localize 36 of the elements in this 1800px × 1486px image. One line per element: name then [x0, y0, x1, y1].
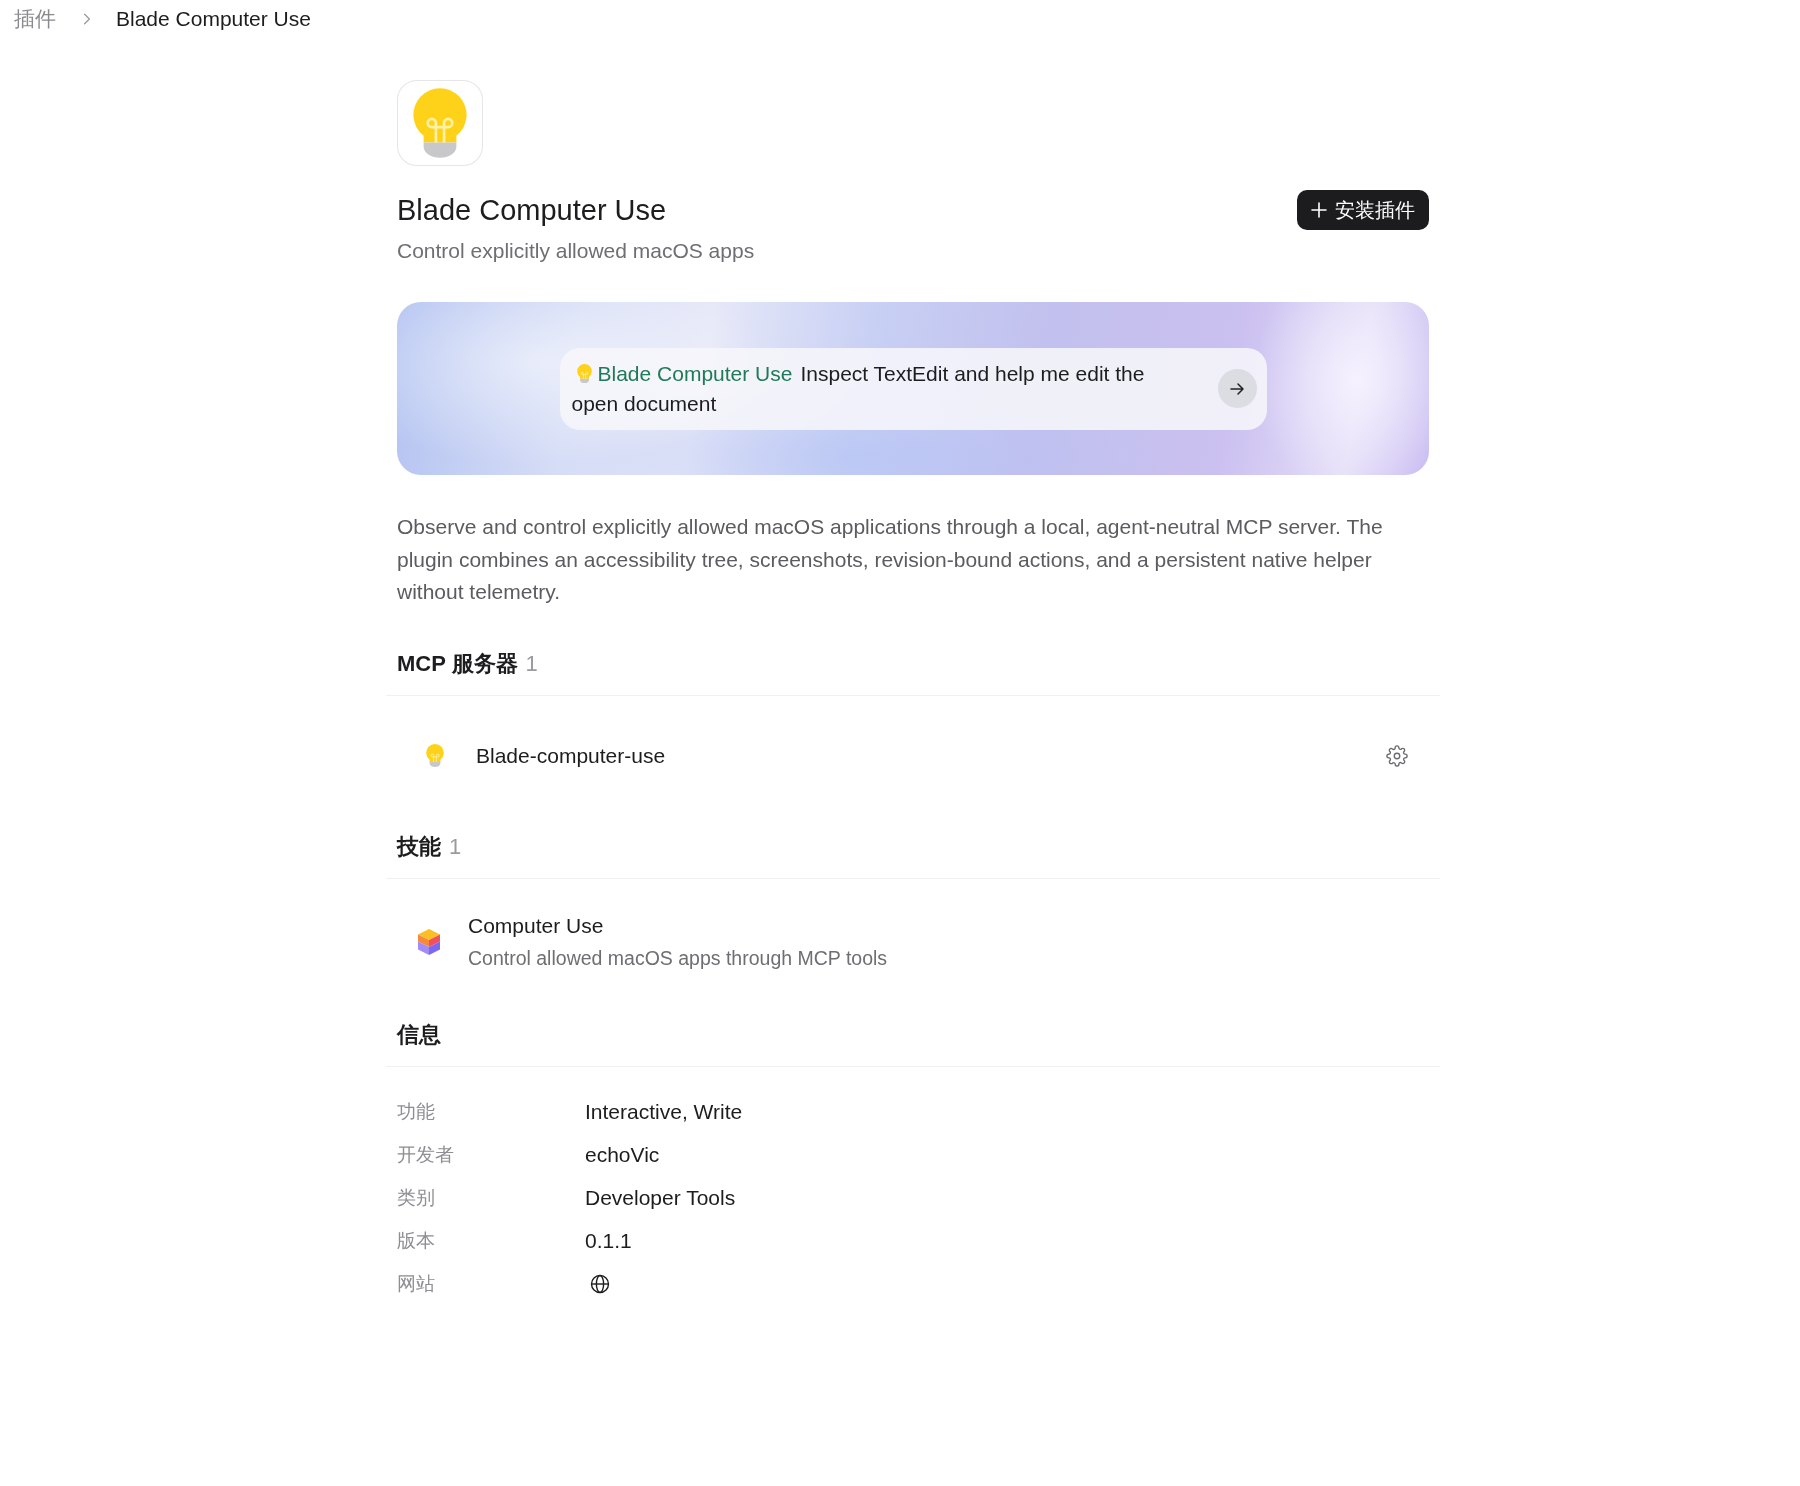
lightbulb-icon: [397, 80, 483, 166]
info-value: Interactive, Write: [585, 1100, 743, 1124]
prompt-card[interactable]: Blade Computer Use Inspect TextEdit and help me edit the open document: [559, 347, 1267, 430]
lightbulb-icon: [576, 364, 592, 383]
plugin-subtitle: Control explicitly allowed macOS apps: [397, 238, 755, 264]
description-text: Observe and control explicitly allowed macOS applications through a local, agent-neutral MCP server. The plugin combines an accessibility tree, screenshots, revision-bound actions, and a persistent native helper without telemetry.: [397, 514, 1384, 605]
chevron-icon: [83, 12, 91, 26]
plus-icon: [1311, 202, 1327, 218]
section-count: 1: [525, 649, 538, 678]
arrow-icon: [1229, 380, 1245, 397]
section-title: 信息: [397, 1020, 441, 1049]
server-name: Blade-computer-use: [476, 743, 666, 768]
lightbulb-icon: [426, 744, 444, 767]
section-title: MCP 服务器: [397, 649, 518, 678]
plugin-title: Blade Computer Use: [397, 193, 667, 227]
breadcrumb-current: Blade Computer Use: [116, 6, 311, 32]
cube-icon: [417, 927, 441, 956]
info-value: Developer Tools: [585, 1186, 736, 1210]
info-value: 0.1.1: [585, 1229, 632, 1253]
skill-name: Computer Use: [468, 912, 604, 939]
globe-icon[interactable]: [590, 1274, 610, 1294]
info-label: 类别: [397, 1186, 435, 1210]
install-button[interactable]: 安装插件: [1297, 190, 1429, 230]
skill-description: Control allowed macOS apps through MCP tools: [468, 945, 888, 971]
section-count: 1: [449, 832, 462, 861]
info-label: 网站: [397, 1272, 435, 1296]
prompt-text: open document: [571, 390, 717, 417]
send-button[interactable]: [1217, 369, 1257, 408]
info-label: 功能: [397, 1100, 435, 1124]
info-label: 版本: [397, 1229, 435, 1253]
settings-icon[interactable]: [1386, 744, 1408, 767]
info-label: 开发者: [397, 1143, 454, 1167]
plugin-tag: Blade Computer Use: [597, 358, 793, 389]
prompt-text: Inspect TextEdit and help me edit the: [800, 360, 1145, 387]
info-value: echoVic: [585, 1143, 660, 1167]
section-title: 技能: [397, 832, 441, 861]
